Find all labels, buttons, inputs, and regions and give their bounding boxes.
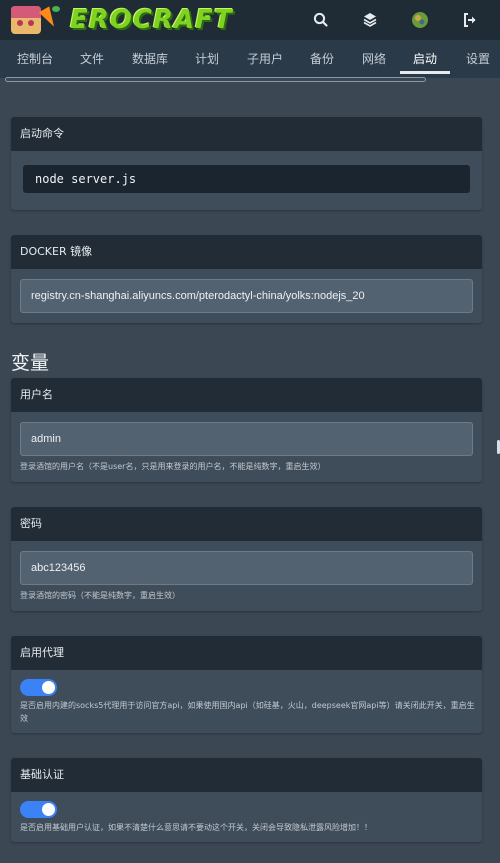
help-text: 是否启用基础用户认证，如果不清楚什么意思请不要动这个开关，关闭会导致隐私泄露风险… [20, 823, 372, 832]
tab-subusers[interactable]: 子用户 [247, 40, 283, 78]
proxy-variable-card: 启用代理 是否启用内建的socks5代理用于访问官方api，如果使用国内api（… [11, 636, 482, 733]
startup-command-card: 启动命令 node server.js [11, 117, 482, 210]
card-header: 密码 [11, 507, 482, 541]
active-tab-indicator [400, 71, 450, 74]
card-header: 启用代理 [11, 636, 482, 670]
logo-mascot-image [11, 6, 41, 34]
avatar[interactable] [410, 10, 430, 30]
password-field[interactable] [20, 551, 473, 585]
username-field[interactable] [20, 422, 473, 456]
tab-databases[interactable]: 数据库 [132, 40, 168, 78]
tab-network[interactable]: 网络 [362, 40, 386, 78]
tab-schedules[interactable]: 计划 [195, 40, 219, 78]
docker-image-field[interactable] [20, 279, 473, 313]
proxy-toggle[interactable] [20, 679, 57, 696]
password-variable-card: 密码 登录酒馆的密码（不能是纯数字，重启生效） [11, 507, 482, 611]
top-bar: EROCRAFT [0, 0, 500, 40]
search-icon[interactable] [311, 10, 331, 30]
tab-console[interactable]: 控制台 [17, 40, 53, 78]
logout-icon[interactable] [460, 10, 480, 30]
card-header: 启动命令 [11, 117, 482, 151]
basic-auth-toggle[interactable] [20, 801, 57, 818]
help-text: 登录酒馆的密码（不能是纯数字，重启生效） [20, 591, 180, 600]
help-text: 登录酒馆的用户名（不是user名，只是用来登录的用户名，不能是纯数字，重启生效） [20, 462, 326, 471]
tab-backups[interactable]: 备份 [310, 40, 334, 78]
card-header: 用户名 [11, 378, 482, 412]
tab-files[interactable]: 文件 [80, 40, 104, 78]
section-title: 变量 [11, 352, 50, 374]
layers-icon[interactable] [360, 10, 380, 30]
card-header: DOCKER 镜像 [11, 235, 482, 269]
horizontal-scrollbar[interactable] [5, 77, 426, 82]
startup-command-display: node server.js [23, 165, 470, 193]
card-header: 基础认证 [11, 758, 482, 792]
username-variable-card: 用户名 登录酒馆的用户名（不是user名，只是用来登录的用户名，不能是纯数字，重… [11, 378, 482, 482]
basic-auth-variable-card: 基础认证 是否启用基础用户认证，如果不清楚什么意思请不要动这个开关，关闭会导致隐… [11, 758, 482, 842]
toggle-knob [42, 681, 55, 694]
toggle-knob [42, 803, 55, 816]
tab-settings[interactable]: 设置 [466, 40, 490, 78]
docker-image-card: DOCKER 镜像 [11, 235, 482, 323]
app-logo-text[interactable]: EROCRAFT [70, 5, 233, 35]
help-text: 是否启用内建的socks5代理用于访问官方api，如果使用国内api（如硅基，火… [20, 701, 475, 723]
